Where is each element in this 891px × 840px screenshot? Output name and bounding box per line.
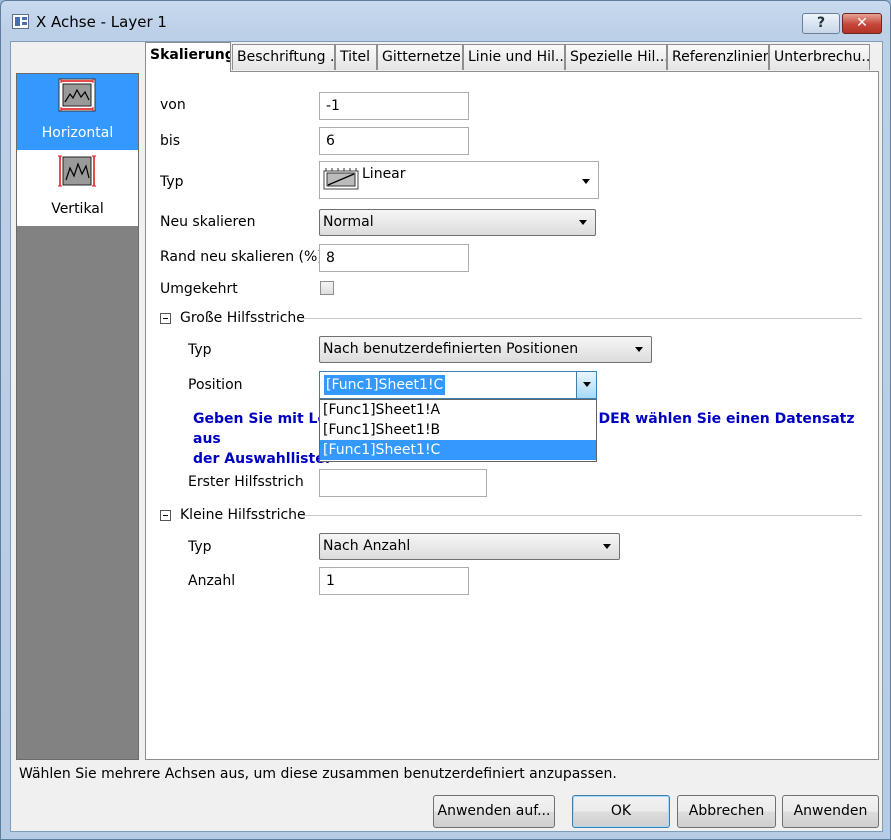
- minor-ticks-type-select[interactable]: Nach Anzahl: [319, 533, 620, 560]
- rand-label: Rand neu skalieren (%): [160, 249, 323, 265]
- minor-ticks-section-label: Kleine Hilfsstriche: [180, 507, 306, 523]
- chevron-down-icon: [603, 544, 611, 549]
- cancel-button[interactable]: Abbrechen: [677, 795, 776, 828]
- tab-linie-und-hilfsstriche[interactable]: Linie und Hil...: [463, 44, 565, 70]
- nav-label-vertikal: Vertikal: [51, 201, 104, 217]
- tab-titel[interactable]: Titel: [335, 44, 377, 70]
- dialog-app-icon: [12, 14, 29, 29]
- major-ticks-type-select[interactable]: Nach benutzerdefinierten Positionen: [319, 336, 652, 363]
- umgekehrt-label: Umgekehrt: [160, 281, 238, 297]
- scale-type-select[interactable]: Linear: [319, 161, 599, 199]
- close-icon: ✕: [856, 15, 868, 31]
- erster-hilfsstrich-field[interactable]: [319, 469, 487, 497]
- anzahl-field[interactable]: 1: [319, 567, 469, 595]
- major-ticks-section-label: Große Hilfsstriche: [180, 310, 305, 326]
- minor-ticks-type-value: Nach Anzahl: [323, 538, 411, 554]
- nav-label-horizontal: Horizontal: [41, 125, 114, 141]
- von-label: von: [160, 97, 186, 113]
- bis-field[interactable]: 6: [319, 127, 469, 155]
- tab-page-skalierung: von -1 bis 6 Typ Linear Neu skalieren No…: [145, 71, 879, 760]
- dropdown-option-selected[interactable]: [Func1]Sheet1!C: [320, 440, 596, 460]
- ok-button[interactable]: OK: [572, 795, 670, 828]
- anzahl-label: Anzahl: [188, 573, 236, 589]
- status-text: Wählen Sie mehrere Achsen aus, um diese …: [19, 766, 617, 782]
- rand-field[interactable]: 8: [319, 244, 469, 272]
- bis-label: bis: [160, 133, 181, 149]
- neu-skalieren-label: Neu skalieren: [160, 214, 256, 230]
- dropdown-option[interactable]: [Func1]Sheet1!B: [320, 420, 596, 440]
- window-title: X Achse - Layer 1: [36, 13, 167, 31]
- umgekehrt-checkbox[interactable]: [320, 281, 334, 295]
- typ-label: Typ: [160, 174, 184, 190]
- nav-item-vertikal[interactable]: Vertikal: [17, 150, 138, 226]
- position-dropdown-list: [Func1]Sheet1!A [Func1]Sheet1!B [Func1]S…: [319, 399, 597, 462]
- close-button[interactable]: ✕: [842, 13, 882, 34]
- tab-beschriftung[interactable]: Beschriftung ...: [232, 44, 335, 70]
- title-bar[interactable]: X Achse - Layer 1 ? ✕: [1, 1, 890, 41]
- collapse-icon[interactable]: [160, 313, 171, 324]
- minor-ticks-section-header[interactable]: Kleine Hilfsstriche: [160, 507, 306, 523]
- tab-skalierung[interactable]: Skalierung: [145, 42, 231, 72]
- section-divider: [301, 318, 862, 319]
- section-divider: [301, 515, 862, 516]
- von-field[interactable]: -1: [319, 92, 469, 120]
- tab-referenzlinien[interactable]: Referenzlinien: [667, 44, 769, 70]
- tab-spezielle-hilfsstriche[interactable]: Spezielle Hil...: [565, 44, 667, 70]
- major-typ-label: Typ: [188, 342, 212, 358]
- vertical-axis-icon: [58, 155, 96, 187]
- chevron-down-icon: [635, 347, 643, 352]
- minor-typ-label: Typ: [188, 539, 212, 555]
- position-combobox[interactable]: [Func1]Sheet1!C: [319, 371, 597, 399]
- position-value[interactable]: [Func1]Sheet1!C: [324, 375, 446, 395]
- hint-line1-start: Geben Sie mit Lee: [193, 411, 337, 427]
- help-button[interactable]: ?: [802, 13, 840, 34]
- tab-unterbrechung[interactable]: Unterbrechu...: [769, 44, 870, 70]
- nav-item-horizontal[interactable]: Horizontal: [17, 74, 138, 150]
- major-ticks-type-value: Nach benutzerdefinierten Positionen: [323, 341, 579, 357]
- linear-scale-icon: [323, 168, 359, 190]
- scale-type-value: Linear: [362, 166, 406, 182]
- hint-line2: der Auswahlliste.: [193, 451, 331, 467]
- rescale-select[interactable]: Normal: [319, 209, 596, 236]
- position-dropdown-button[interactable]: [576, 372, 596, 398]
- dialog-client: Horizontal Vertikal Skalierung Beschrift…: [10, 41, 883, 832]
- position-label: Position: [188, 377, 243, 393]
- erster-hilfsstrich-label: Erster Hilfsstrich: [188, 474, 304, 490]
- major-ticks-section-header[interactable]: Große Hilfsstriche: [160, 310, 305, 326]
- apply-to-button[interactable]: Anwenden auf...: [433, 795, 555, 828]
- rescale-value: Normal: [323, 214, 374, 230]
- apply-button[interactable]: Anwenden: [782, 795, 879, 828]
- chevron-down-icon: [583, 382, 591, 387]
- dialog-window: X Achse - Layer 1 ? ✕ Horizontal Vertika…: [0, 0, 891, 840]
- horizontal-axis-icon: [58, 78, 96, 112]
- chevron-down-icon: [579, 220, 587, 225]
- tab-gitternetze[interactable]: Gitternetze: [377, 44, 463, 70]
- chevron-down-icon: [582, 179, 590, 184]
- dropdown-option[interactable]: [Func1]Sheet1!A: [320, 400, 596, 420]
- axis-nav-panel: Horizontal Vertikal: [16, 73, 139, 760]
- collapse-icon[interactable]: [160, 510, 171, 521]
